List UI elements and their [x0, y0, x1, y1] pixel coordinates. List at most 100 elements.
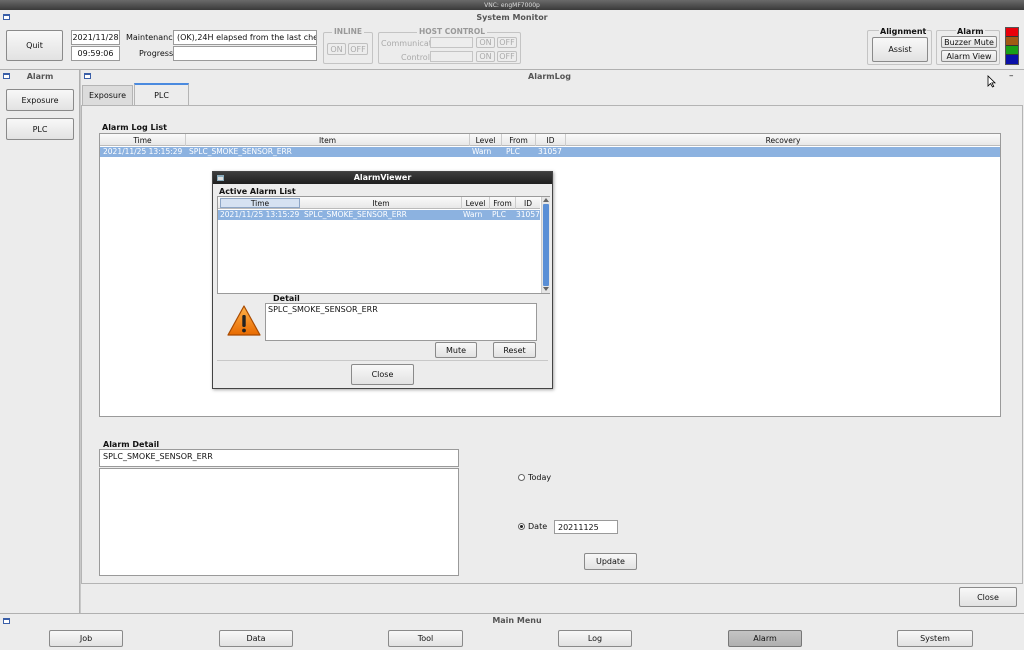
- maintenance-field: (OK),24H elapsed from the last check: [173, 30, 317, 45]
- assist-button[interactable]: Assist: [872, 37, 928, 62]
- alarm-detail-title: Alarm Detail: [103, 440, 160, 449]
- date-label: Date: [528, 522, 548, 531]
- dialog-divider: [217, 360, 548, 361]
- column-header-id[interactable]: ID: [536, 134, 566, 146]
- communicate-label: Communicate: [381, 39, 437, 48]
- vnc-titlebar: VNC: engMF7000p: [0, 0, 1024, 10]
- active-alarm-list-title: Active Alarm List: [219, 187, 296, 196]
- row-level: Warn: [472, 147, 492, 156]
- column-header-level[interactable]: Level: [462, 197, 490, 209]
- menu-log-button[interactable]: Log: [558, 630, 632, 647]
- control-on-button[interactable]: ON: [476, 51, 495, 62]
- control-off-button[interactable]: OFF: [497, 51, 517, 62]
- alarm-viewer-title: AlarmViewer: [353, 173, 412, 182]
- alarm-detail-field: SPLC_SMOKE_SENSOR_ERR: [99, 449, 459, 467]
- buzzer-mute-button[interactable]: Buzzer Mute: [941, 36, 997, 48]
- main-menu-title: Main Menu: [492, 616, 542, 625]
- quit-button[interactable]: Quit: [6, 30, 63, 61]
- host-control-title: HOST CONTROL: [417, 27, 487, 36]
- row-id: 31057: [516, 210, 540, 219]
- column-header-item[interactable]: Item: [301, 197, 462, 209]
- column-header-from[interactable]: From: [490, 197, 516, 209]
- communicate-off-button[interactable]: OFF: [497, 37, 517, 48]
- today-radio[interactable]: [518, 474, 525, 481]
- column-header-id[interactable]: ID: [516, 197, 540, 209]
- date-radio[interactable]: [518, 523, 525, 530]
- menu-job-button[interactable]: Job: [49, 630, 123, 647]
- alarm-exposure-button[interactable]: Exposure: [6, 89, 74, 111]
- warning-triangle-icon: [227, 305, 261, 336]
- alarm-panel-title: Alarm: [26, 72, 54, 81]
- mute-button[interactable]: Mute: [435, 342, 477, 358]
- system-monitor-title: System Monitor: [476, 13, 548, 22]
- column-header-item[interactable]: Item: [186, 134, 470, 146]
- inline-off-button[interactable]: OFF: [348, 43, 368, 55]
- mouse-cursor-icon: [987, 75, 996, 88]
- table-row[interactable]: 2021/11/25 13:15:29 SPLC_SMOKE_SENSOR_ER…: [218, 210, 540, 220]
- alarm-plc-button[interactable]: PLC: [6, 118, 74, 140]
- alarm-log-list-title: Alarm Log List: [102, 123, 167, 132]
- date-input[interactable]: 20211125: [554, 520, 618, 534]
- alarm-viewer-dialog: AlarmViewer Active Alarm List Time Item …: [212, 171, 553, 389]
- detail-textarea[interactable]: SPLC_SMOKE_SENSOR_ERR: [265, 303, 537, 341]
- signal-tower-lamps: [1005, 27, 1019, 65]
- alarm-viewer-close-button[interactable]: Close: [351, 364, 414, 385]
- row-item: SPLC_SMOKE_SENSOR_ERR: [304, 210, 407, 219]
- progress-field: [173, 46, 317, 61]
- minimize-button[interactable]: –: [1009, 71, 1014, 81]
- alarmlog-title: AlarmLog: [528, 72, 571, 81]
- row-from: PLC: [506, 147, 520, 156]
- column-header-time[interactable]: Time: [220, 198, 300, 208]
- communicate-field: [430, 37, 473, 48]
- menu-system-button[interactable]: System: [897, 630, 973, 647]
- progress-label: Progress:: [139, 49, 176, 58]
- today-label: Today: [528, 473, 552, 482]
- inline-on-button[interactable]: ON: [327, 43, 346, 55]
- active-alarm-table-header: Time Item Level From ID: [218, 197, 540, 209]
- control-field: [430, 51, 473, 62]
- update-button[interactable]: Update: [584, 553, 637, 570]
- tab-exposure[interactable]: Exposure: [82, 85, 133, 105]
- scroll-up-arrow-icon[interactable]: [543, 198, 549, 202]
- menu-tool-button[interactable]: Tool: [388, 630, 463, 647]
- red-lamp: [1006, 28, 1018, 37]
- alarm-panel: Alarm Exposure PLC: [0, 70, 80, 613]
- system-monitor-window: System Monitor Quit 2021/11/28 09:59:06 …: [0, 10, 1024, 70]
- menu-data-button[interactable]: Data: [219, 630, 293, 647]
- date-display: 2021/11/28: [71, 30, 120, 45]
- reset-button[interactable]: Reset: [493, 342, 536, 358]
- row-level: Warn: [463, 210, 483, 219]
- row-item: SPLC_SMOKE_SENSOR_ERR: [189, 147, 292, 156]
- row-time: 2021/11/25 13:15:29: [103, 147, 183, 156]
- alarm-group-title: Alarm: [956, 27, 985, 36]
- amber-lamp: [1006, 37, 1018, 46]
- vnc-title: VNC: engMF7000p: [484, 1, 540, 9]
- vertical-scrollbar[interactable]: [541, 197, 550, 293]
- active-alarm-table: Time Item Level From ID 2021/11/25 13:15…: [217, 196, 550, 294]
- communicate-on-button[interactable]: ON: [476, 37, 495, 48]
- alarm-log-table-header: Time Item Level From ID Recovery: [100, 134, 1000, 146]
- alarm-view-button[interactable]: Alarm View: [941, 50, 997, 62]
- blue-lamp: [1006, 55, 1018, 64]
- scrollbar-thumb[interactable]: [543, 204, 549, 286]
- column-header-level[interactable]: Level: [470, 134, 502, 146]
- row-from: PLC: [492, 210, 506, 219]
- alarmlog-close-button[interactable]: Close: [959, 587, 1017, 607]
- detail-title: Detail: [273, 294, 300, 303]
- column-header-time[interactable]: Time: [100, 134, 186, 146]
- alarm-viewer-titlebar: AlarmViewer: [213, 172, 552, 184]
- table-row[interactable]: 2021/11/25 13:15:29 SPLC_SMOKE_SENSOR_ER…: [100, 147, 1000, 157]
- alarm-detail-textarea[interactable]: [99, 468, 459, 576]
- tab-plc[interactable]: PLC: [134, 83, 189, 106]
- scroll-down-arrow-icon[interactable]: [543, 287, 549, 291]
- column-header-from[interactable]: From: [502, 134, 536, 146]
- column-header-recovery[interactable]: Recovery: [566, 134, 1000, 146]
- menu-alarm-button[interactable]: Alarm: [728, 630, 802, 647]
- row-id: 31057: [538, 147, 562, 156]
- alignment-title: Alignment: [879, 27, 928, 36]
- main-menu-window: Main Menu Job Data Tool Log Alarm System: [0, 613, 1024, 650]
- row-time: 2021/11/25 13:15:29: [220, 210, 300, 219]
- time-display: 09:59:06: [71, 46, 120, 61]
- control-label: Control:: [401, 53, 433, 62]
- green-lamp: [1006, 46, 1018, 55]
